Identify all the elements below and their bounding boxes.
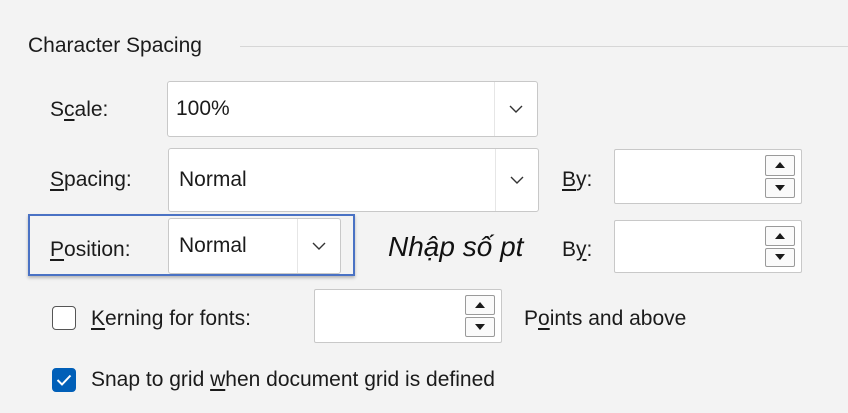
chevron-down-icon bbox=[509, 105, 523, 113]
up-arrow-icon bbox=[775, 232, 785, 239]
spacing-value: Normal bbox=[179, 168, 247, 191]
down-arrow-icon bbox=[775, 184, 785, 191]
kerning-increment-button[interactable] bbox=[465, 295, 495, 315]
chevron-down-icon bbox=[510, 176, 524, 184]
snap-to-grid-checkbox[interactable] bbox=[52, 368, 76, 392]
position-highlight-box bbox=[28, 214, 355, 276]
spacing-label: Spacing: bbox=[50, 168, 132, 191]
kerning-points-spinbox[interactable] bbox=[314, 289, 502, 343]
scale-combobox[interactable]: 100% bbox=[167, 81, 538, 137]
position-by-spinbox[interactable] bbox=[614, 220, 802, 273]
position-by-decrement-button[interactable] bbox=[765, 247, 795, 267]
scale-dropdown-button[interactable] bbox=[494, 82, 537, 136]
checkmark-icon bbox=[56, 374, 72, 386]
up-arrow-icon bbox=[475, 302, 485, 308]
scale-value: 100% bbox=[176, 97, 230, 120]
spacing-by-increment-button[interactable] bbox=[765, 155, 795, 176]
kerning-suffix-label: Points and above bbox=[524, 307, 687, 330]
scale-label: Scale: bbox=[50, 98, 109, 121]
position-by-increment-button[interactable] bbox=[765, 226, 795, 246]
spacing-by-spinbox[interactable] bbox=[614, 149, 802, 204]
up-arrow-icon bbox=[775, 162, 785, 169]
group-title: Character Spacing bbox=[28, 34, 208, 58]
kerning-decrement-button[interactable] bbox=[465, 317, 495, 337]
kerning-checkbox[interactable] bbox=[52, 306, 76, 330]
snap-to-grid-label[interactable]: Snap to grid when document grid is defin… bbox=[91, 368, 495, 392]
position-by-label: By: bbox=[562, 238, 593, 261]
spacing-dropdown-button[interactable] bbox=[495, 149, 538, 211]
down-arrow-icon bbox=[475, 324, 485, 330]
spacing-by-decrement-button[interactable] bbox=[765, 177, 795, 198]
spacing-combobox[interactable]: Normal bbox=[168, 148, 539, 212]
annotation-text: Nhập số pt bbox=[388, 231, 524, 262]
group-divider bbox=[240, 46, 848, 47]
kerning-label[interactable]: Kerning for fonts: bbox=[91, 307, 251, 331]
spacing-by-label: By: bbox=[562, 168, 593, 191]
down-arrow-icon bbox=[775, 254, 785, 261]
